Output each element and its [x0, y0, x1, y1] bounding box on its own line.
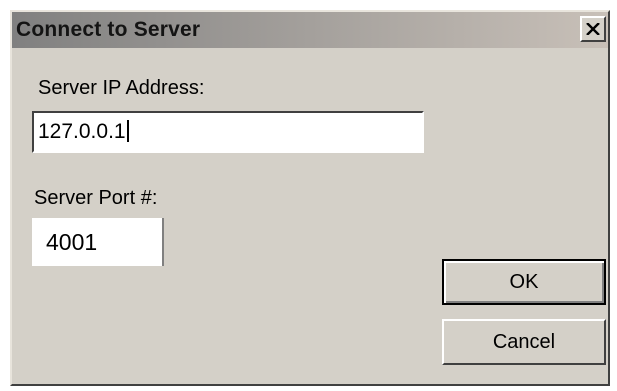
server-port-label: Server Port #:: [34, 187, 158, 209]
ok-button[interactable]: OK: [442, 259, 606, 305]
server-ip-label: Server IP Address:: [38, 77, 205, 99]
cancel-button-label: Cancel: [492, 330, 556, 353]
cancel-button[interactable]: Cancel: [442, 319, 606, 365]
text-caret: [126, 120, 129, 142]
server-ip-value: 127.0.0.1: [38, 120, 126, 143]
server-port-input[interactable]: 4001: [32, 218, 164, 266]
server-ip-input[interactable]: 127.0.0.1: [32, 111, 424, 153]
ok-button-label: OK: [509, 270, 539, 293]
server-port-value: 4001: [46, 229, 98, 255]
dialog-title: Connect to Server: [16, 18, 201, 41]
close-icon: [586, 23, 600, 35]
close-button[interactable]: [580, 16, 606, 42]
title-bar[interactable]: Connect to Server: [12, 12, 608, 48]
connect-dialog: Connect to Server Server IP Address: 127…: [10, 10, 610, 386]
